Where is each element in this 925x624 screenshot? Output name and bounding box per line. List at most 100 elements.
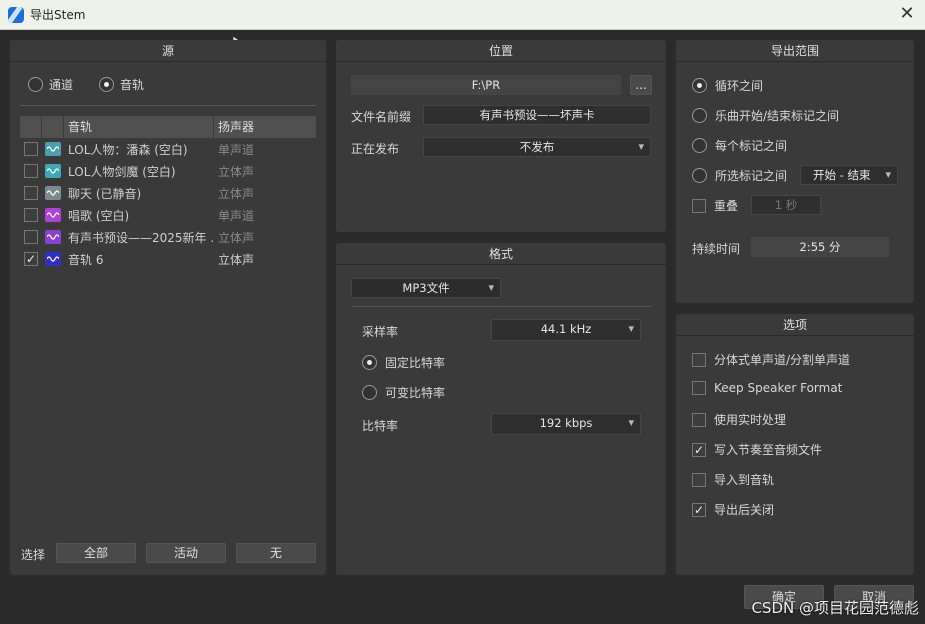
track-speaker: 立体声 <box>218 230 255 245</box>
location-header: 位置 <box>336 40 666 62</box>
radio-constant-bitrate[interactable] <box>362 355 377 370</box>
waveform-icon <box>45 142 61 156</box>
select-active-button[interactable]: 活动 <box>146 543 226 563</box>
option-label: 使用实时处理 <box>714 413 787 427</box>
radio-range-each-marker[interactable] <box>692 138 707 153</box>
option-checkbox[interactable] <box>692 472 706 487</box>
select-all-button[interactable]: 全部 <box>56 543 136 563</box>
option-label: 导入到音轨 <box>714 473 775 487</box>
prefix-input[interactable]: 有声书预设——坏声卡 <box>423 105 651 125</box>
column-speaker[interactable]: 扬声器 <box>214 116 316 138</box>
publishing-select[interactable]: 不发布 <box>423 137 651 157</box>
track-row[interactable]: LOL人物剑魔 (空白) 立体声 <box>20 160 316 182</box>
close-icon[interactable]: ✕ <box>897 4 917 24</box>
waveform-icon <box>45 208 61 222</box>
waveform-icon <box>45 164 61 178</box>
range-option-each-marker[interactable]: 每个标记之间 <box>692 137 787 154</box>
prefix-label: 文件名前缀 <box>351 110 412 124</box>
track-name: LOL人物：潘森 (空白) <box>68 142 188 157</box>
overlap-checkbox[interactable] <box>692 198 706 213</box>
track-row[interactable]: ✓ 音轨 6 立体声 <box>20 248 316 270</box>
track-checkbox[interactable] <box>24 186 38 200</box>
radio-range-selected-markers[interactable] <box>692 168 707 183</box>
radio-range-loop[interactable] <box>692 78 707 93</box>
source-mode-group: 通道 音轨 <box>28 76 144 93</box>
duration-label: 持续时间 <box>692 242 741 256</box>
sample-rate-label: 采样率 <box>362 325 399 339</box>
variable-bitrate-label: 可变比特率 <box>385 386 446 400</box>
track-checkbox[interactable]: ✓ <box>24 252 38 266</box>
column-track[interactable]: 音轨 <box>64 116 214 138</box>
radio-range-song[interactable] <box>692 108 707 123</box>
track-name: 音轨 6 <box>68 252 104 267</box>
option-checkbox[interactable] <box>692 352 706 367</box>
track-table-header: 音轨 扬声器 <box>20 116 316 138</box>
option-checkbox[interactable] <box>692 412 706 427</box>
sample-rate-select[interactable]: 44.1 kHz <box>491 319 641 341</box>
option-checkbox[interactable]: ✓ <box>692 502 706 517</box>
range-loop-label: 循环之间 <box>715 79 764 93</box>
range-selected-markers-label: 所选标记之间 <box>715 169 788 183</box>
overlap-option[interactable]: 重叠 <box>692 197 738 214</box>
title-bar: 导出Stem ✕ <box>0 0 925 30</box>
constant-bitrate-label: 固定比特率 <box>385 356 446 370</box>
divider <box>20 105 316 106</box>
range-option-song[interactable]: 乐曲开始/结束标记之间 <box>692 107 839 124</box>
option-item[interactable]: ✓ 写入节奏至音频文件 <box>692 441 822 458</box>
format-header: 格式 <box>336 243 666 265</box>
radio-tracks-label: 音轨 <box>120 78 145 92</box>
window-title: 导出Stem <box>30 8 86 22</box>
range-option-loop[interactable]: 循环之间 <box>692 77 763 94</box>
option-label: Keep Speaker Format <box>714 381 843 395</box>
track-speaker: 单声道 <box>218 142 255 157</box>
range-song-label: 乐曲开始/结束标记之间 <box>715 109 840 123</box>
overlap-label: 重叠 <box>714 199 739 213</box>
range-option-selected-markers[interactable]: 所选标记之间 <box>692 167 787 184</box>
option-item[interactable]: ✓ 导出后关闭 <box>692 501 774 518</box>
option-item[interactable]: 使用实时处理 <box>692 411 786 428</box>
track-checkbox[interactable] <box>24 164 38 178</box>
location-panel: 位置 F:\PR ... 文件名前缀 有声书预设——坏声卡 正在发布 不发布 <box>336 40 666 232</box>
track-row[interactable]: 聊天 (已静音) 立体声 <box>20 182 316 204</box>
track-table: 音轨 扬声器 LOL人物：潘森 (空白) 单声道 LOL人物剑魔 (空白) 立体声 聊天… <box>20 116 316 270</box>
format-type-select[interactable]: MP3文件 <box>351 278 501 298</box>
marker-range-select[interactable]: 开始 - 结束 <box>800 165 898 185</box>
options-header: 选项 <box>676 314 914 336</box>
track-row[interactable]: 唱歌 (空白) 单声道 <box>20 204 316 226</box>
watermark: CSDN @项目花园范德彪 <box>751 599 919 617</box>
track-row[interactable]: LOL人物：潘森 (空白) 单声道 <box>20 138 316 160</box>
duration-value: 2:55 分 <box>751 237 889 257</box>
track-list: LOL人物：潘森 (空白) 单声道 LOL人物剑魔 (空白) 立体声 聊天 (已静音) 立… <box>20 138 316 270</box>
option-item[interactable]: 导入到音轨 <box>692 471 774 488</box>
overlap-input[interactable]: 1 秒 <box>751 195 821 215</box>
track-checkbox[interactable] <box>24 208 38 222</box>
format-panel: 格式 MP3文件 采样率 44.1 kHz 固定比特率 可变比特率 比特率 19… <box>336 243 666 575</box>
path-field[interactable]: F:\PR <box>351 75 621 95</box>
bitrate-variable-option[interactable]: 可变比特率 <box>362 384 445 401</box>
track-checkbox[interactable] <box>24 230 38 244</box>
range-header: 导出范围 <box>676 40 914 62</box>
option-checkbox[interactable]: ✓ <box>692 442 706 457</box>
radio-channels[interactable] <box>28 77 43 92</box>
option-item[interactable]: 分体式单声道/分割单声道 <box>692 351 850 368</box>
bitrate-label: 比特率 <box>362 419 399 433</box>
track-checkbox[interactable] <box>24 142 38 156</box>
bitrate-select[interactable]: 192 kbps <box>491 413 641 435</box>
select-none-button[interactable]: 无 <box>236 543 316 563</box>
track-speaker: 单声道 <box>218 208 255 223</box>
track-name: 唱歌 (空白) <box>68 208 130 223</box>
options-panel: 选项 分体式单声道/分割单声道 Keep Speaker Format 使用实时处理… <box>676 314 914 575</box>
browse-button[interactable]: ... <box>630 75 652 95</box>
waveform-icon <box>45 186 61 200</box>
track-speaker: 立体声 <box>218 164 255 179</box>
radio-channels-label: 通道 <box>49 78 74 92</box>
option-checkbox[interactable] <box>692 381 706 395</box>
publishing-label: 正在发布 <box>351 142 400 156</box>
track-row[interactable]: 有声书预设——2025新年 ... 立体声 <box>20 226 316 248</box>
radio-tracks[interactable] <box>99 77 115 92</box>
radio-variable-bitrate[interactable] <box>362 385 377 400</box>
option-item[interactable]: Keep Speaker Format <box>692 381 842 395</box>
bitrate-constant-option[interactable]: 固定比特率 <box>362 354 445 371</box>
waveform-icon <box>45 230 61 244</box>
range-each-marker-label: 每个标记之间 <box>715 139 788 153</box>
